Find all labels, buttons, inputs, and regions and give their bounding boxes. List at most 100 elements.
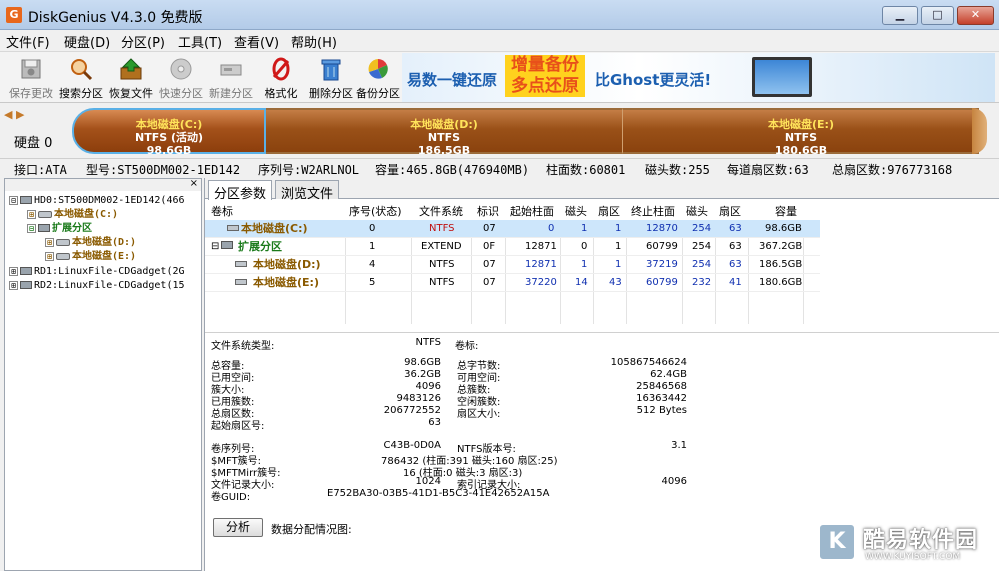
advertisement-banner[interactable]: 易数一键还原 增量备份 多点还原 比Ghost更灵活! [402, 53, 995, 102]
partition-segment-c[interactable]: 本地磁盘(C:) NTFS (活动) 98.6GB [72, 108, 266, 157]
cell-start-head: 14 [575, 277, 588, 288]
heads-info: 磁头数:255 [645, 163, 710, 177]
table-row[interactable]: 本地磁盘(D:) 4 NTFS 07 12871 1 1 37219 254 6… [205, 256, 820, 274]
menu-partition[interactable]: 分区(P) [121, 32, 165, 51]
tree-item-label: 本地磁盘(C:) [54, 209, 119, 220]
cell-start-cyl: 12871 [525, 241, 557, 252]
expand-icon[interactable]: ⊞ [45, 251, 54, 261]
partition-segment-d[interactable]: 本地磁盘(D:) NTFS 186.5GB [266, 108, 622, 157]
tree-item-label: RD1:LinuxFile-CDGadget(2G [34, 266, 185, 277]
tree-item-rd1[interactable]: ⊞ RD1:LinuxFile-CDGadget(2G [9, 265, 185, 279]
tab-bar: 分区参数 浏览文件 [205, 178, 999, 202]
detail-value: 63 [428, 417, 441, 428]
watermark: K 酷易软件园 WWW.KUYISOFT.COM [815, 518, 999, 571]
save-changes-button[interactable]: 保存更改 [6, 55, 56, 101]
column-header: 起始柱面 [510, 205, 554, 218]
tree-item-label: 本地磁盘(D:) [72, 237, 137, 248]
expand-icon[interactable]: ⊞ [9, 280, 18, 290]
cell-end-sec: 63 [729, 241, 742, 252]
detail-value: 36.2GB [404, 369, 441, 380]
format-icon [267, 56, 295, 82]
collapse-icon[interactable]: ⊟ [9, 195, 18, 205]
maximize-button[interactable]: □ [921, 6, 954, 25]
close-icon[interactable]: × [190, 179, 198, 189]
partition-icon [235, 256, 247, 274]
quick-partition-button[interactable]: 快速分区 [156, 55, 206, 101]
detail-value: 62.4GB [650, 369, 687, 380]
delete-partition-button[interactable]: 删除分区 [306, 55, 356, 101]
cell-end-cyl: 37219 [646, 259, 678, 270]
detail-value: 206772552 [383, 405, 441, 416]
tab-partition-params[interactable]: 分区参数 [208, 180, 273, 202]
monitor-icon [752, 57, 812, 97]
tree-item-extended[interactable]: ⊟ 扩展分区 [27, 222, 92, 236]
table-row[interactable]: ⊟ 扩展分区 1 EXTEND 0F 12871 0 1 60799 254 6… [205, 238, 820, 256]
cell-fs: EXTEND [421, 241, 462, 252]
cell-start-cyl: 37220 [525, 277, 557, 288]
disk-tree-panel: × ⊟ HD0:ST500DM002-1ED142(466 ⊞ 本地磁盘(C:) ⊟… [4, 178, 202, 571]
tab-browse-files[interactable]: 浏览文件 [275, 180, 340, 202]
detail-value: C43B-0D0A [383, 440, 441, 451]
detail-label: 文件系统类型: [211, 341, 275, 352]
detail-label: 扇区大小: [457, 409, 501, 420]
tree-item-label: 本地磁盘(E:) [72, 251, 137, 262]
expand-icon[interactable]: ⊞ [9, 266, 18, 276]
segment-size: 186.5GB [417, 144, 471, 157]
collapse-icon[interactable]: ⊟ [211, 238, 219, 256]
cell-end-cyl: 60799 [646, 277, 678, 288]
expand-icon[interactable]: ⊞ [27, 209, 36, 219]
cell-start-cyl: 12871 [525, 259, 557, 270]
tool-label: 删除分区 [309, 87, 353, 100]
expand-icon[interactable]: ⊞ [45, 237, 54, 247]
menu-view[interactable]: 查看(V) [234, 32, 279, 51]
cell-start-sec: 1 [615, 241, 622, 252]
recover-files-button[interactable]: 恢复文件 [106, 55, 156, 101]
extended-partition-icon [38, 224, 50, 232]
cell-start-head: 0 [581, 241, 588, 252]
table-row[interactable]: 本地磁盘(E:) 5 NTFS 07 37220 14 43 60799 232… [205, 274, 820, 292]
tool-label: 备份分区 [356, 87, 400, 100]
partition-segment-e[interactable]: 本地磁盘(E:) NTFS 180.6GB [622, 108, 979, 157]
close-button[interactable]: ✕ [957, 6, 994, 25]
segment-name: 本地磁盘(E:) [768, 118, 834, 131]
tree-item-volume-e[interactable]: ⊞ 本地磁盘(E:) [45, 250, 136, 264]
table-row[interactable]: 本地磁盘(C:) 0 NTFS 07 0 1 1 12870 254 63 98… [205, 220, 820, 238]
cell-end-head: 254 [692, 241, 712, 252]
detail-value: 3.1 [671, 440, 687, 451]
search-partition-button[interactable]: 搜索分区 [56, 55, 106, 101]
tree-item-rd2[interactable]: ⊞ RD2:LinuxFile-CDGadget(15 [9, 279, 185, 293]
tool-label: 新建分区 [209, 87, 253, 100]
segment-name: 本地磁盘(D:) [410, 118, 478, 131]
tree-item-volume-c[interactable]: ⊞ 本地磁盘(C:) [27, 208, 118, 222]
cell-name: 本地磁盘(E:) [253, 276, 319, 289]
detail-value: NTFS [415, 337, 441, 348]
minimize-button[interactable]: ▁ [882, 6, 918, 25]
menu-disk[interactable]: 硬盘(D) [64, 32, 110, 51]
column-header: 扇区 [719, 205, 741, 218]
menu-file[interactable]: 文件(F) [6, 32, 50, 51]
new-partition-button[interactable]: 新建分区 [206, 55, 256, 101]
cell-end-head: 232 [692, 277, 712, 288]
tree-item-hd0[interactable]: ⊟ HD0:ST500DM002-1ED142(466 [9, 194, 185, 208]
sectors-per-track-info: 每道扇区数:63 [727, 163, 809, 177]
menu-tools[interactable]: 工具(T) [178, 32, 222, 51]
column-header: 卷标 [211, 205, 233, 218]
cell-start-cyl: 0 [548, 223, 555, 234]
detail-value: 512 Bytes [636, 405, 687, 416]
partition-details: 文件系统类型: NTFS 卷标: 总容量: 98.6GB 总字节数: 10586… [205, 332, 999, 512]
disk-nav-arrows[interactable]: ◀ ▶ [4, 108, 24, 121]
menu-help[interactable]: 帮助(H) [291, 32, 337, 51]
model-info: 型号:ST500DM002-1ED142 [86, 163, 241, 177]
app-icon[interactable]: G [6, 7, 22, 23]
analyze-button[interactable]: 分析 [213, 518, 263, 537]
detail-value: 25846568 [636, 381, 687, 392]
tree-item-volume-d[interactable]: ⊞ 本地磁盘(D:) [45, 236, 136, 250]
cell-id: 0F [483, 241, 496, 252]
cell-start-sec: 43 [609, 277, 622, 288]
collapse-icon[interactable]: ⊟ [27, 223, 36, 233]
right-panel: 分区参数 浏览文件 卷标 序号(状态) 文件系统 标识 起始柱面 磁头 扇区 终… [204, 178, 999, 571]
backup-partition-button[interactable]: 备份分区 [353, 55, 403, 101]
cell-fs: NTFS [429, 223, 455, 234]
backup-icon [364, 56, 392, 82]
format-button[interactable]: 格式化 [256, 55, 306, 101]
